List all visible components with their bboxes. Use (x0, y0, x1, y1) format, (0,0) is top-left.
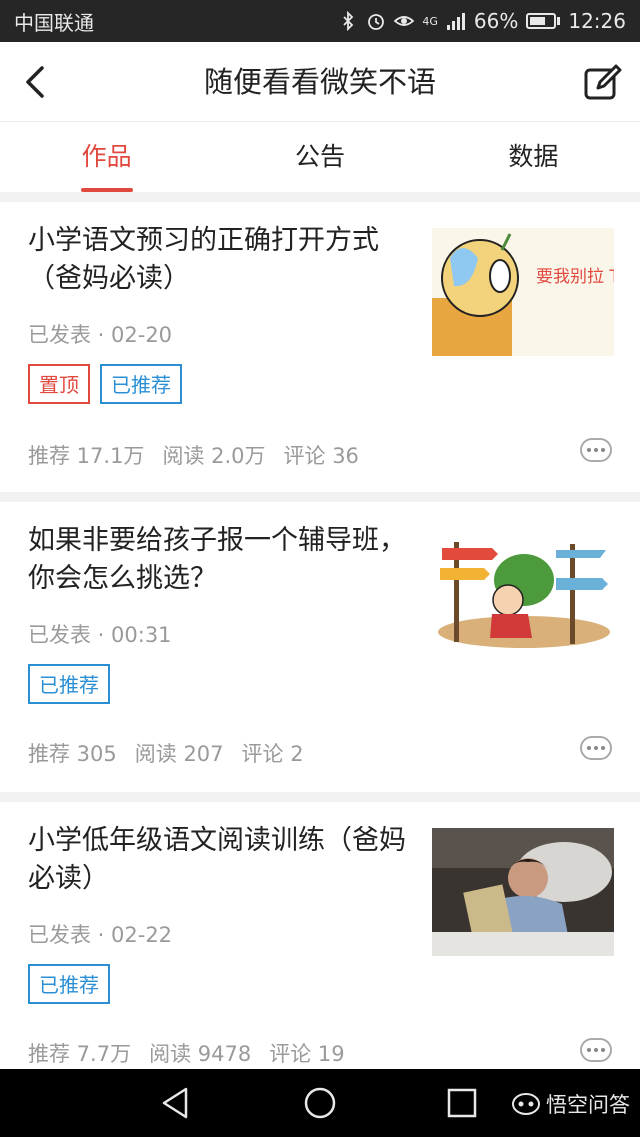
system-navigation-bar: 悟空问答 (0, 1069, 640, 1137)
eye-icon (394, 16, 415, 26)
article-tags: 已推荐 (28, 664, 110, 704)
article-stats: 推荐 305 阅读 207 评论 2 (28, 738, 304, 768)
article-stats: 推荐 17.1万 阅读 2.0万 评论 36 (28, 440, 359, 470)
edit-icon[interactable] (582, 62, 624, 104)
thumbnail-caption: 要我别拉 TAT !! (536, 267, 614, 287)
comment-count: 评论 2 (241, 742, 304, 766)
article-tags: 已推荐 (28, 964, 110, 1004)
recommended-badge: 已推荐 (28, 964, 110, 1004)
carrier-name: 中国联通 (14, 10, 94, 35)
tab-works[interactable]: 作品 (0, 122, 213, 192)
divider (0, 492, 640, 502)
alarm-icon (368, 14, 385, 30)
tab-label: 公告 (294, 142, 345, 171)
read-count: 阅读 2.0万 (162, 444, 266, 468)
article-meta: 已发表 · 02-20 (28, 323, 173, 347)
tab-label: 数据 (508, 142, 559, 171)
article-meta: 已发表 · 02-22 (28, 923, 173, 947)
battery-icon (526, 13, 561, 29)
article-thumbnail[interactable] (432, 528, 614, 656)
battery-percent: 66% (473, 9, 519, 33)
signal-icon (446, 13, 465, 30)
home-circle-icon[interactable] (302, 1085, 338, 1121)
clock: 12:26 (568, 9, 626, 33)
tab-label: 作品 (81, 142, 132, 171)
more-options-icon[interactable] (580, 438, 612, 462)
network-type: 4G (422, 14, 438, 28)
tab-bar: 作品 公告 数据 (0, 122, 640, 192)
article-thumbnail[interactable] (432, 828, 614, 956)
tab-data[interactable]: 数据 (427, 122, 640, 192)
comment-count: 评论 19 (269, 1042, 345, 1066)
more-options-icon[interactable] (580, 1038, 612, 1062)
divider (0, 792, 640, 802)
nav-bar: 随便看看微笑不语 (0, 42, 640, 122)
status-icons: 4G 66% 12:26 (338, 9, 626, 33)
article-thumbnail[interactable]: 要我别拉 TAT !! (432, 228, 614, 356)
article-stats: 推荐 7.7万 阅读 9478 评论 19 (28, 1038, 345, 1068)
article-card[interactable]: 小学语文预习的正确打开方式（爸妈必读） 已发表 · 02-20 置顶 已推荐 推… (0, 202, 640, 492)
status-bar: 中国联通 4G 66% 12:26 (0, 0, 640, 42)
article-card[interactable]: 如果非要给孩子报一个辅导班，你会怎么挑选？ 已发表 · 00:31 已推荐 推荐… (0, 502, 640, 792)
article-title[interactable]: 小学低年级语文阅读训练（爸妈必读） (28, 822, 408, 898)
recents-square-icon[interactable] (444, 1085, 480, 1121)
page-title: 随便看看微笑不语 (203, 65, 436, 99)
wukong-logo-icon (512, 1093, 540, 1115)
watermark-text: 悟空问答 (546, 1093, 630, 1117)
read-count: 阅读 207 (134, 742, 224, 766)
divider (0, 192, 640, 202)
recommended-badge: 已推荐 (28, 664, 110, 704)
article-tags: 置顶 已推荐 (28, 364, 182, 404)
recommend-count: 推荐 305 (28, 742, 117, 766)
pinned-badge: 置顶 (28, 364, 90, 404)
recommend-count: 推荐 17.1万 (28, 444, 145, 468)
watermark: 悟空问答 (512, 1089, 630, 1119)
tab-announcements[interactable]: 公告 (213, 122, 426, 192)
recommended-badge: 已推荐 (100, 364, 182, 404)
back-triangle-icon[interactable] (158, 1085, 194, 1121)
comment-count: 评论 36 (283, 444, 359, 468)
article-meta: 已发表 · 00:31 (28, 623, 172, 647)
recommend-count: 推荐 7.7万 (28, 1042, 132, 1066)
article-title[interactable]: 如果非要给孩子报一个辅导班，你会怎么挑选？ (28, 522, 408, 598)
article-title[interactable]: 小学语文预习的正确打开方式（爸妈必读） (28, 222, 408, 298)
article-card[interactable]: 小学低年级语文阅读训练（爸妈必读） 已发表 · 02-22 已推荐 推荐 7.7… (0, 802, 640, 1069)
bluetooth-icon (343, 11, 354, 31)
read-count: 阅读 9478 (149, 1042, 252, 1066)
more-options-icon[interactable] (580, 736, 612, 760)
